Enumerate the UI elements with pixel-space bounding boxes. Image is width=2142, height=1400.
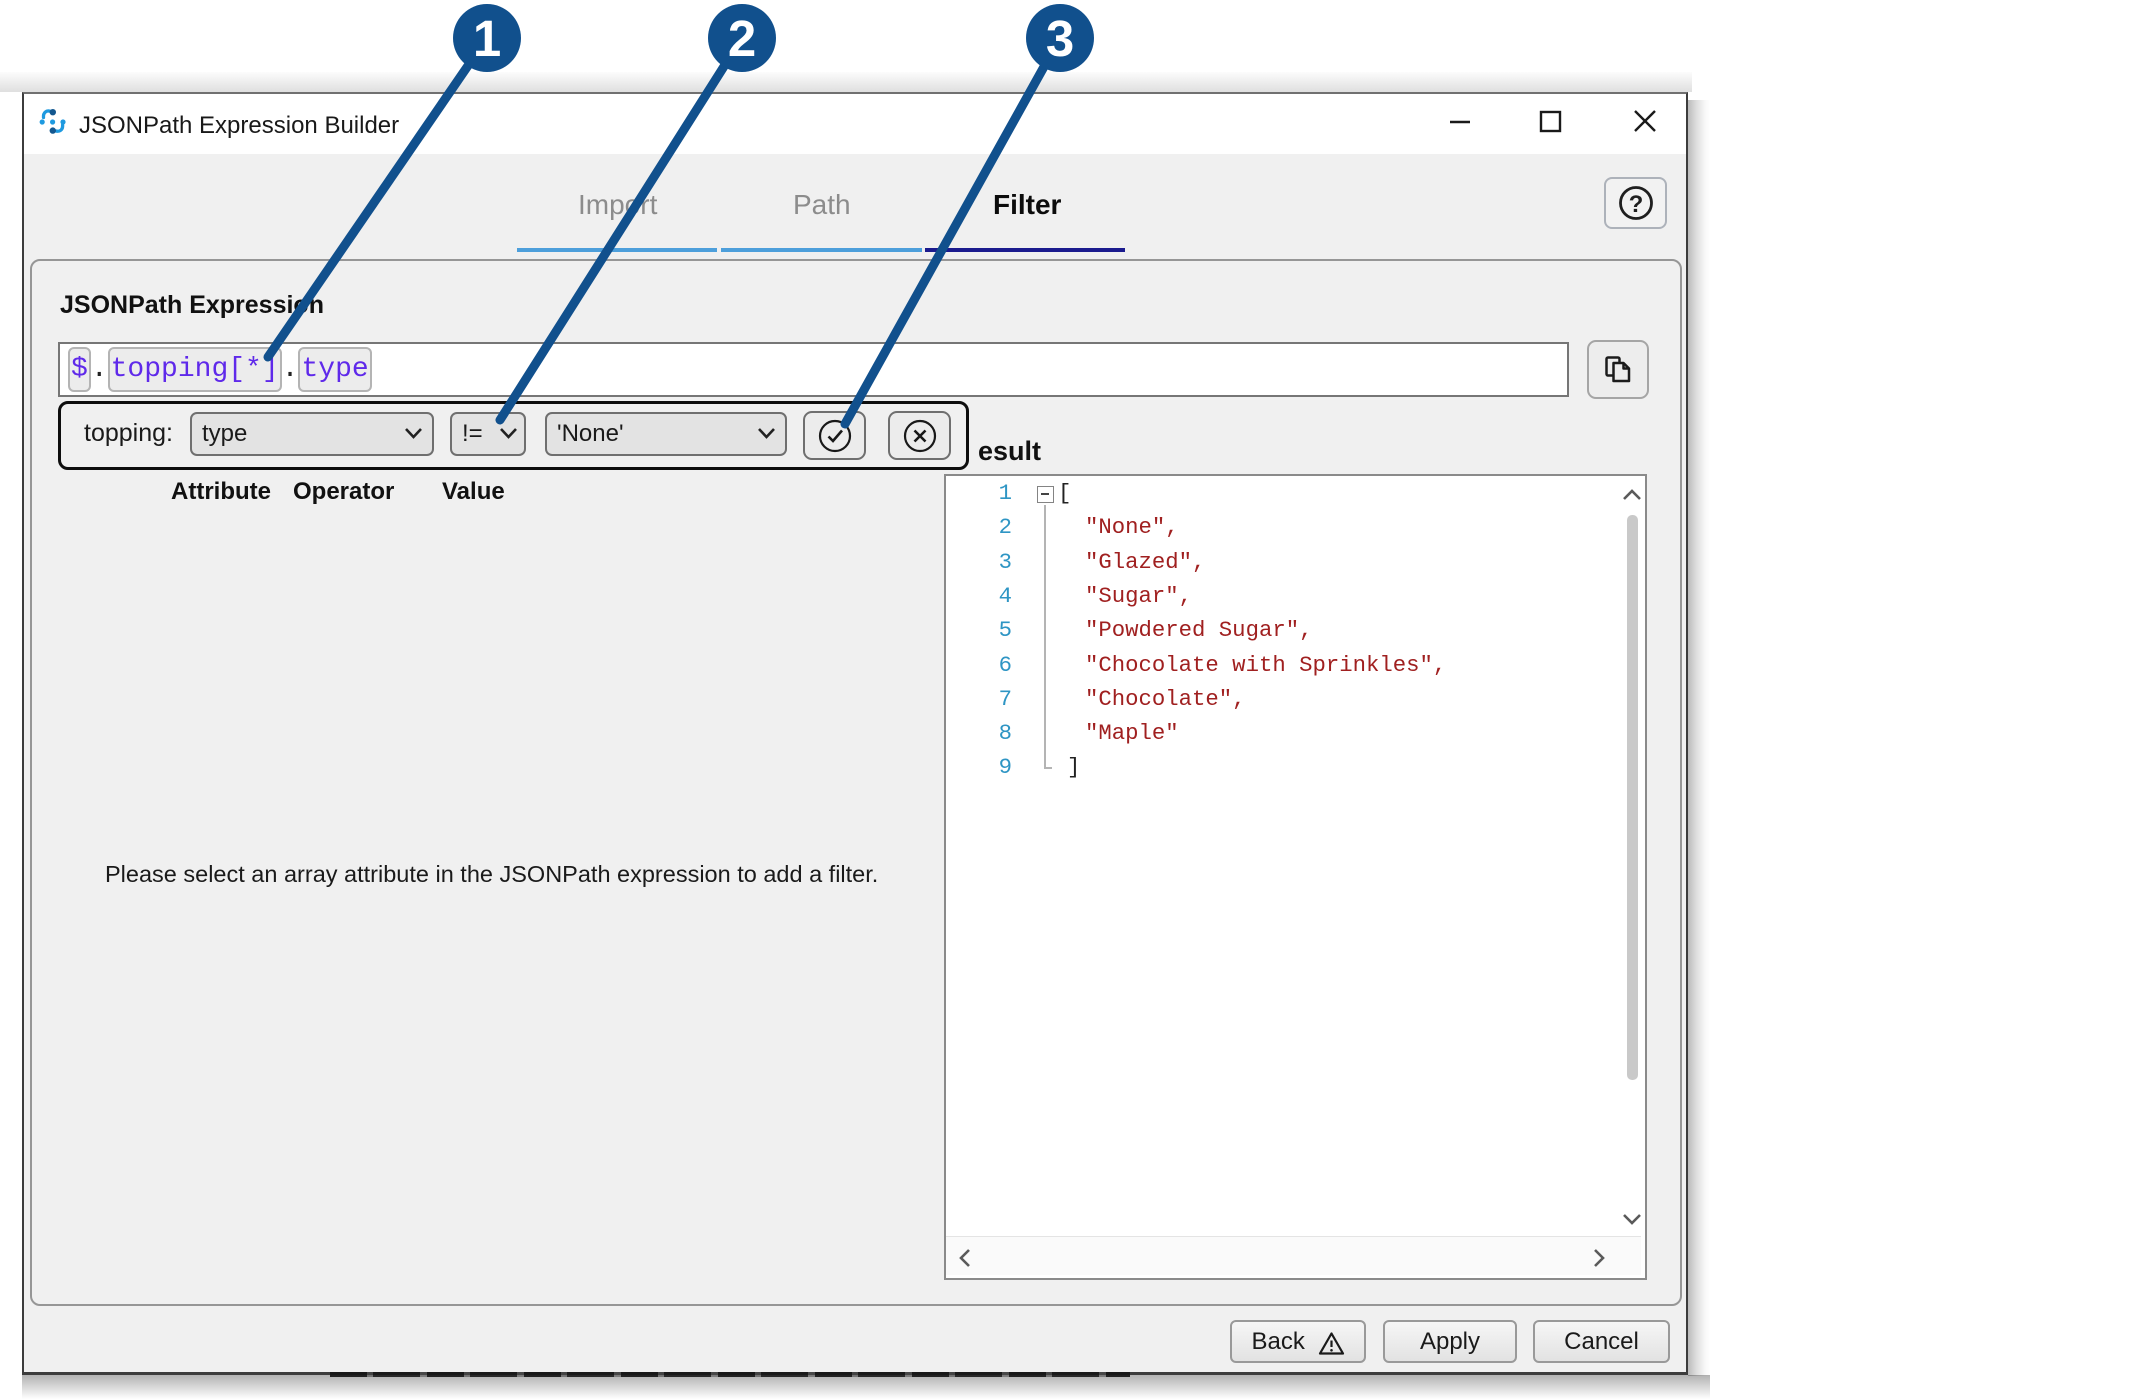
- svg-text:2: 2: [728, 10, 756, 67]
- svg-text:3: 3: [1046, 10, 1074, 67]
- svg-text:1: 1: [473, 10, 501, 67]
- svg-text:?: ?: [1628, 191, 1643, 218]
